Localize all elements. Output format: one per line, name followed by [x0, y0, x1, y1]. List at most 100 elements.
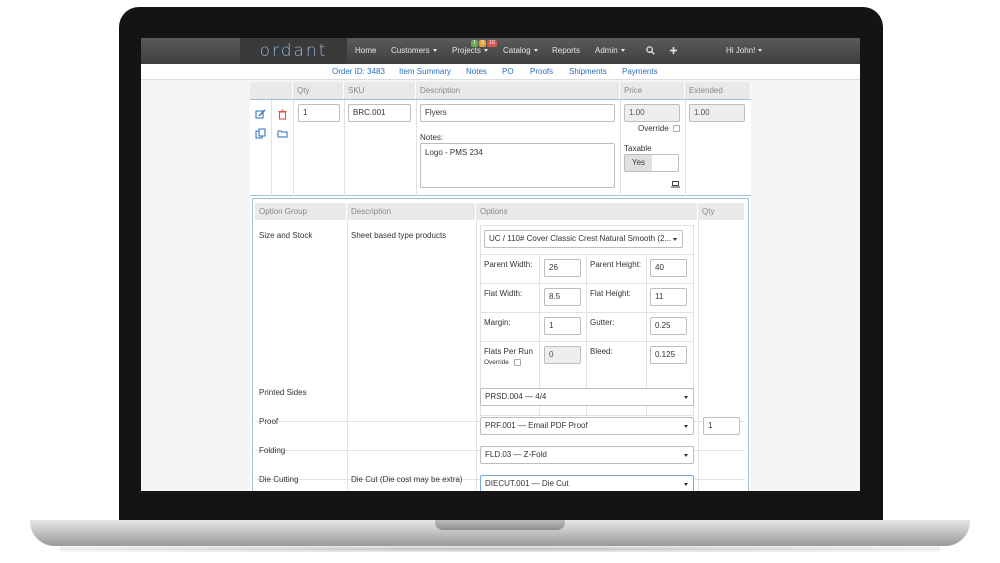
divider	[480, 283, 694, 284]
flat-width-label: Flat Width:	[484, 289, 523, 298]
header-qty: Qty	[293, 82, 344, 99]
laptop-notch	[435, 520, 565, 530]
option-group-die-cutting: Die Cutting	[259, 475, 299, 484]
subnav-po[interactable]: PO	[502, 64, 514, 80]
printed-sides-select[interactable]: PRSD.004 — 4/4	[480, 388, 694, 406]
chevron-down-icon	[684, 425, 688, 428]
divider	[480, 254, 694, 255]
price-input[interactable]: 1.00	[624, 104, 680, 122]
copy-icon[interactable]	[255, 128, 266, 139]
top-navbar: ordant Home Customers Projects 1 3 10 Ca…	[141, 38, 860, 64]
subnav-notes[interactable]: Notes	[466, 64, 487, 80]
proof-select[interactable]: PRF.001 — Email PDF Proof	[480, 417, 694, 435]
stock-select[interactable]: UC / 110# Cover Classic Crest Natural Sm…	[484, 230, 683, 248]
chevron-down-icon	[684, 454, 688, 457]
nav-reports[interactable]: Reports	[552, 38, 580, 64]
option-group-proof: Proof	[259, 417, 279, 426]
chevron-down-icon	[432, 49, 437, 53]
divider	[685, 100, 686, 196]
chevron-down-icon	[483, 49, 488, 53]
subnav-proofs[interactable]: Proofs	[530, 64, 553, 80]
bleed-input[interactable]: 0.125	[650, 346, 687, 364]
chevron-down-icon	[684, 396, 688, 399]
nav-admin[interactable]: Admin	[595, 38, 625, 64]
divider	[416, 100, 417, 196]
subnav-order-id[interactable]: Order ID: 3483	[332, 64, 385, 80]
divider	[480, 341, 694, 342]
folder-icon[interactable]	[277, 128, 288, 139]
header-option-group: Option Group	[255, 203, 347, 220]
nav-customers[interactable]: Customers	[391, 38, 437, 64]
search-icon[interactable]	[646, 46, 655, 55]
taxable-label: Taxable	[624, 144, 652, 153]
laptop-shadow	[60, 546, 940, 552]
die-cutting-select[interactable]: DIECUT.001 — Die Cut	[480, 475, 694, 491]
taxable-toggle[interactable]: Yes	[624, 154, 679, 172]
notes-textarea[interactable]: Logo - PMS 234	[420, 143, 615, 188]
header-sku: SKU	[344, 82, 416, 99]
divider	[620, 100, 621, 196]
projects-badge-red: 10	[487, 40, 497, 47]
chevron-down-icon	[533, 49, 538, 53]
qty-input[interactable]: 1	[298, 104, 340, 122]
parent-height-label: Parent Height:	[590, 260, 642, 269]
bleed-label: Bleed:	[590, 347, 613, 356]
override-checkbox[interactable]	[673, 125, 680, 132]
parent-height-input[interactable]: 40	[650, 259, 687, 277]
order-item-panel: Qty SKU Description Price Extended 1 BRC…	[250, 82, 751, 491]
gutter-input[interactable]: 0.25	[650, 317, 687, 335]
edit-icon[interactable]	[255, 109, 266, 120]
chevron-down-icon	[684, 483, 688, 486]
header-option-qty: Qty	[698, 203, 745, 220]
proof-qty-input[interactable]: 1	[703, 417, 740, 435]
subnav-item-summary[interactable]: Item Summary	[399, 64, 451, 80]
brand-logo[interactable]: ordant	[240, 38, 347, 64]
description-input[interactable]: Flyers	[420, 104, 615, 122]
laptop-icon[interactable]	[671, 181, 680, 188]
parent-width-input[interactable]: 26	[544, 259, 581, 277]
subnav-payments[interactable]: Payments	[622, 64, 658, 80]
projects-badge-orange: 3	[479, 40, 486, 47]
sku-input[interactable]: BRC.001	[348, 104, 411, 122]
divider	[480, 312, 694, 313]
folding-select[interactable]: FLD.03 — Z-Fold	[480, 446, 694, 464]
flat-height-label: Flat Height:	[590, 289, 631, 298]
user-menu[interactable]: Hi John!	[726, 38, 763, 64]
margin-label: Margin:	[484, 318, 511, 327]
option-group-folding: Folding	[259, 446, 286, 455]
option-group-printed-sides: Printed Sides	[259, 388, 307, 397]
margin-input[interactable]: 1	[544, 317, 581, 335]
divider	[344, 100, 345, 196]
chevron-down-icon	[758, 49, 763, 53]
flat-width-input[interactable]: 8.5	[544, 288, 581, 306]
divider	[293, 100, 294, 196]
order-subnav: Order ID: 3483 Item Summary Notes PO Pro…	[141, 64, 860, 80]
plus-icon[interactable]	[669, 46, 678, 55]
chevron-down-icon	[673, 238, 677, 241]
header-price: Price	[620, 82, 685, 99]
header-extended: Extended	[685, 82, 751, 99]
extended-input[interactable]: 1.00	[689, 104, 745, 122]
flat-height-input[interactable]: 11	[650, 288, 687, 306]
option-desc-size-stock: Sheet based type products	[351, 231, 447, 240]
projects-badge-green: 1	[471, 40, 478, 47]
header-option-description: Description	[347, 203, 476, 220]
taxable-yes: Yes	[625, 155, 652, 171]
flats-override-label: Override	[484, 359, 509, 366]
parent-width-label: Parent Width:	[484, 260, 533, 269]
divider	[271, 100, 272, 196]
flats-per-run-input[interactable]: 0	[544, 346, 581, 364]
option-desc-die-cutting: Die Cut (Die cost may be extra)	[351, 475, 463, 484]
option-group-size-stock: Size and Stock	[259, 231, 313, 240]
override-label: Override	[638, 124, 669, 133]
header-description: Description	[416, 82, 620, 99]
header-actions	[250, 82, 293, 99]
chevron-down-icon	[620, 49, 625, 53]
nav-home[interactable]: Home	[355, 38, 376, 64]
flats-per-run-label: Flats Per Run	[484, 347, 533, 356]
subnav-shipments[interactable]: Shipments	[569, 64, 607, 80]
nav-catalog[interactable]: Catalog	[503, 38, 538, 64]
header-options: Options	[476, 203, 698, 220]
flats-override-checkbox[interactable]	[514, 359, 521, 366]
delete-icon[interactable]	[277, 109, 288, 120]
